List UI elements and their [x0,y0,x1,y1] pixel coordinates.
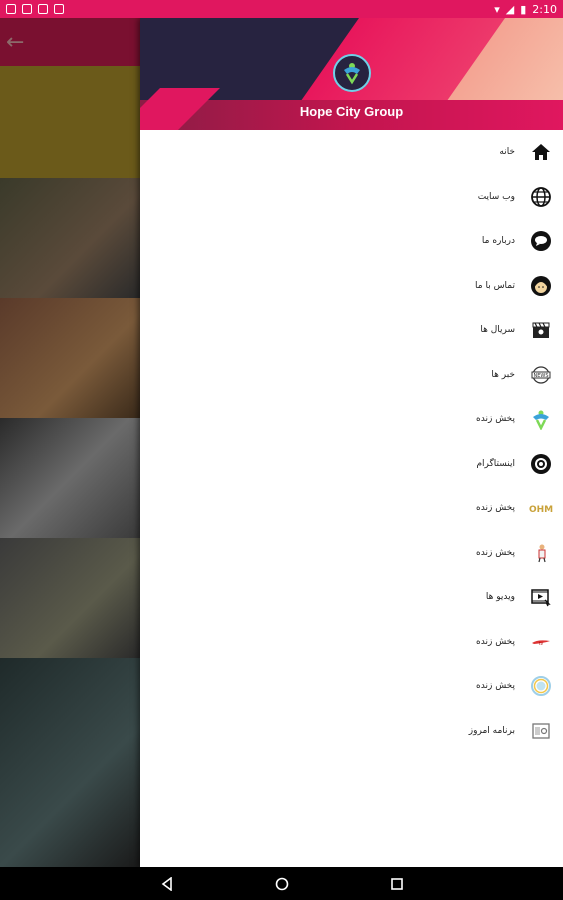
system-nav-bar [0,867,563,900]
menu-item-about[interactable]: درباره ما [140,219,563,264]
drawer-menu: خانه وب سایت درباره ما تماس با ما سریال … [140,130,563,753]
nav-back-icon[interactable] [157,874,177,894]
schedule-icon [529,719,553,743]
battery-icon: ▮ [520,2,527,16]
instagram-icon [529,452,553,476]
drawer-header: Hope City Group [140,18,563,130]
menu-item-label: پخش زنده [476,547,515,558]
notification-icon [22,4,32,14]
system-icons: ▾ ◢ ▮ 2:10 [494,3,557,16]
menu-item-live-hope[interactable]: پخش زنده [140,397,563,442]
menu-item-label: اینستاگرام [476,458,515,469]
menu-item-label: وب سایت [477,191,515,202]
menu-item-label: پخش زنده [476,636,515,647]
menu-item-live-rainbow[interactable]: پخش زنده [140,664,563,709]
menu-item-label: خبر ها [491,369,515,380]
menu-item-news[interactable]: خبر ها NEWS [140,353,563,398]
menu-item-series[interactable]: سریال ها [140,308,563,353]
nav-home-icon[interactable] [272,874,292,894]
menu-item-website[interactable]: وب سایت [140,175,563,220]
navigation-drawer: Hope City Group خانه وب سایت درباره ما ت… [140,18,563,867]
headset-icon [529,274,553,298]
nav-recents-icon[interactable] [387,874,407,894]
clapperboard-icon [529,318,553,342]
rainbow-icon [529,674,553,698]
svg-text:NEWS: NEWS [533,373,548,379]
screen: ▾ ◢ ▮ 2:10 ← Hope City Group خانه وب سای… [0,0,563,900]
menu-item-label: تماس با ما [475,280,515,291]
menu-item-schedule[interactable]: برنامه امروز [140,709,563,754]
notification-icon [6,4,16,14]
brand-title: Hope City Group [299,104,404,119]
wifi-icon: ▾ [494,2,500,16]
news-icon: NEWS [529,363,553,387]
clock: 2:10 [532,2,557,16]
photo-card [0,298,140,418]
status-bar: ▾ ◢ ▮ 2:10 [0,0,563,18]
svg-text:OHM: OHM [529,505,553,515]
menu-item-live-person[interactable]: پخش زنده [140,531,563,576]
menu-item-label: درباره ما [481,236,515,247]
tv-logo-icon: tv [529,630,553,654]
video-icon [529,585,553,609]
signal-icon: ◢ [505,2,515,16]
menu-item-videos[interactable]: ویدیو ها [140,575,563,620]
globe-icon [529,185,553,209]
menu-item-label: پخش زنده [476,681,515,692]
hope-logo-icon [529,407,553,431]
photo-card [0,418,140,538]
notification-icon [54,4,64,14]
menu-item-label: ویدیو ها [485,592,515,603]
photo-card [0,178,140,298]
hope-logo-icon [333,54,371,92]
menu-item-live-ohm[interactable]: پخش زنده OHM [140,486,563,531]
menu-item-label: پخش زنده [476,503,515,514]
notification-icon [38,4,48,14]
menu-item-label: خانه [499,147,515,158]
menu-item-home[interactable]: خانه [140,130,563,175]
photo-card [0,658,140,867]
svg-text:tv: tv [539,641,544,646]
back-arrow-icon[interactable]: ← [6,30,24,55]
menu-item-label: پخش زنده [476,414,515,425]
menu-item-live-tv[interactable]: پخش زنده tv [140,620,563,665]
menu-item-contact[interactable]: تماس با ما [140,264,563,309]
ohm-logo-icon: OHM [529,496,553,520]
menu-item-label: سریال ها [480,325,515,336]
notification-icons [6,4,64,14]
chat-bubble-icon [529,229,553,253]
menu-item-label: برنامه امروز [468,725,515,736]
menu-item-instagram[interactable]: اینستاگرام [140,442,563,487]
photo-card [0,538,140,658]
home-icon [529,140,553,164]
person-icon [529,541,553,565]
